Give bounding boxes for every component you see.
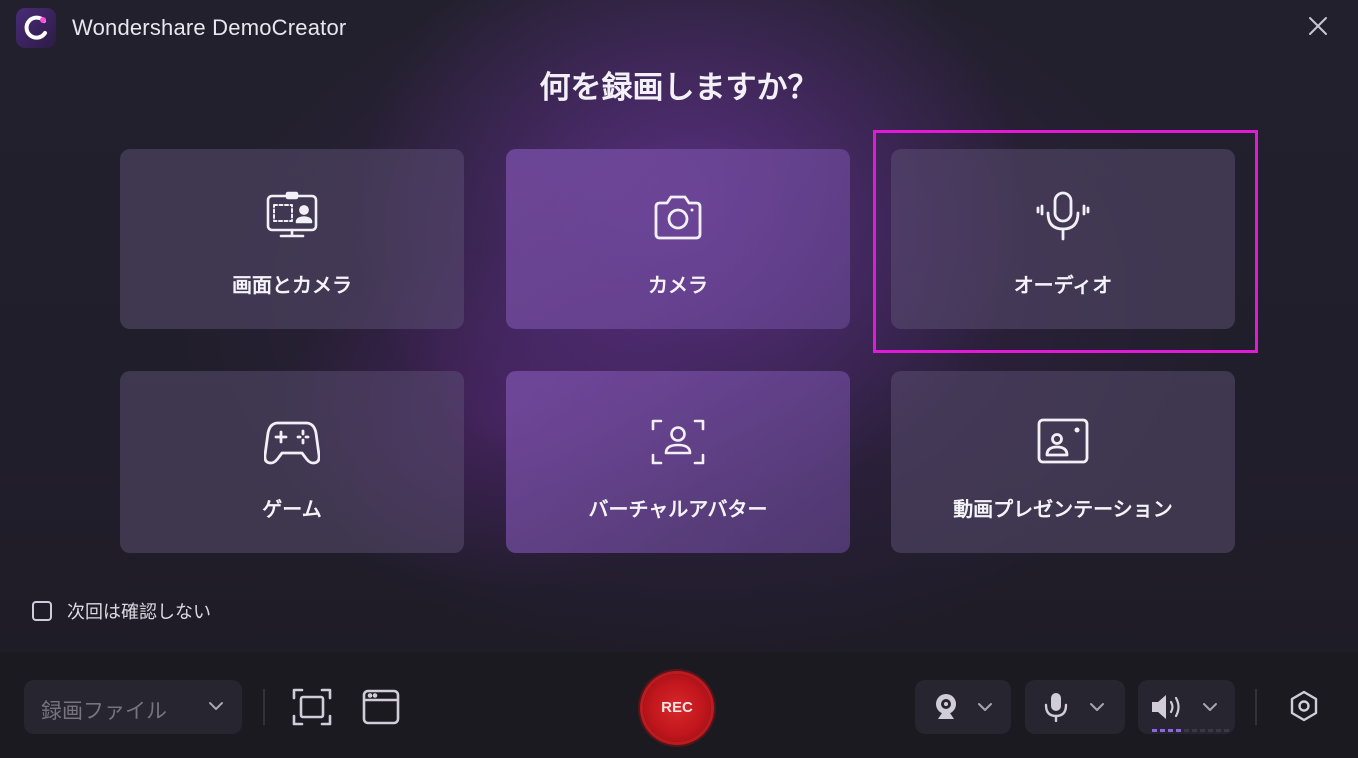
mode-label: ゲーム	[262, 497, 322, 521]
dont-ask-label[interactable]: 次回は確認しない	[67, 598, 211, 624]
chevron-down-icon	[1203, 703, 1217, 711]
volume-level-meter	[1152, 729, 1229, 732]
chevron-down-icon	[1090, 703, 1104, 711]
close-icon[interactable]	[1306, 14, 1330, 38]
system-audio-toggle[interactable]	[1138, 680, 1235, 734]
title-bar: Wondershare DemoCreator	[0, 0, 1358, 54]
webcam-icon	[936, 694, 956, 719]
mode-label: バーチャルアバター	[588, 497, 768, 521]
mode-card-virtual-avatar[interactable]: バーチャルアバター	[506, 371, 850, 553]
mode-card-game[interactable]: ゲーム	[120, 371, 464, 553]
chevron-down-icon	[209, 702, 223, 710]
mode-label: 動画プレゼンテーション	[953, 497, 1173, 521]
mode-card-screen-camera[interactable]: 画面とカメラ	[120, 149, 464, 329]
microphone-icon	[1035, 189, 1091, 245]
volume-level-segment	[1200, 729, 1205, 732]
app-title: Wondershare DemoCreator	[72, 15, 347, 40]
dont-ask-again: 次回は確認しない	[32, 598, 211, 624]
window-capture-icon[interactable]	[362, 689, 400, 729]
toolbar-divider	[263, 689, 265, 725]
democreator-window: Wondershare DemoCreator 何を録画しますか？ 画面とカメラ	[0, 0, 1358, 758]
screen-camera-icon	[264, 189, 320, 245]
fullscreen-capture-icon[interactable]	[292, 688, 332, 730]
gamepad-icon	[263, 415, 321, 471]
webcam-toggle[interactable]	[915, 680, 1011, 734]
mode-label: カメラ	[648, 273, 708, 297]
volume-level-segment	[1184, 729, 1189, 732]
mode-card-camera[interactable]: カメラ	[506, 149, 850, 329]
presentation-icon	[1035, 415, 1091, 471]
mode-label: オーディオ	[1013, 273, 1113, 297]
rec-button[interactable]: REC	[643, 674, 711, 742]
volume-level-segment	[1152, 729, 1157, 732]
toolbar-divider	[1255, 689, 1257, 725]
volume-level-segment	[1176, 729, 1181, 732]
volume-level-segment	[1192, 729, 1197, 732]
settings-icon[interactable]	[1288, 690, 1320, 726]
microphone-toggle[interactable]	[1025, 680, 1125, 734]
camera-icon	[650, 189, 706, 245]
volume-level-segment	[1224, 729, 1229, 732]
dont-ask-checkbox[interactable]	[32, 601, 52, 621]
microphone-icon	[1044, 693, 1068, 722]
bottom-toolbar: 録画ファイル REC	[0, 652, 1358, 758]
output-dropdown[interactable]: 録画ファイル	[24, 680, 242, 734]
app-logo	[16, 8, 56, 48]
rec-label: REC	[661, 699, 693, 716]
page-title: 何を録画しますか？	[539, 70, 819, 106]
output-dropdown-value: 録画ファイル	[41, 699, 167, 723]
avatar-scan-icon	[650, 415, 706, 471]
volume-level-segment	[1160, 729, 1165, 732]
chevron-down-icon	[978, 703, 992, 711]
speaker-icon	[1152, 695, 1180, 719]
volume-level-segment	[1208, 729, 1213, 732]
mode-label: 画面とカメラ	[232, 273, 352, 297]
mode-card-audio[interactable]: オーディオ	[891, 149, 1235, 329]
volume-level-segment	[1168, 729, 1173, 732]
mode-card-video-presentation[interactable]: 動画プレゼンテーション	[891, 371, 1235, 553]
volume-level-segment	[1216, 729, 1221, 732]
